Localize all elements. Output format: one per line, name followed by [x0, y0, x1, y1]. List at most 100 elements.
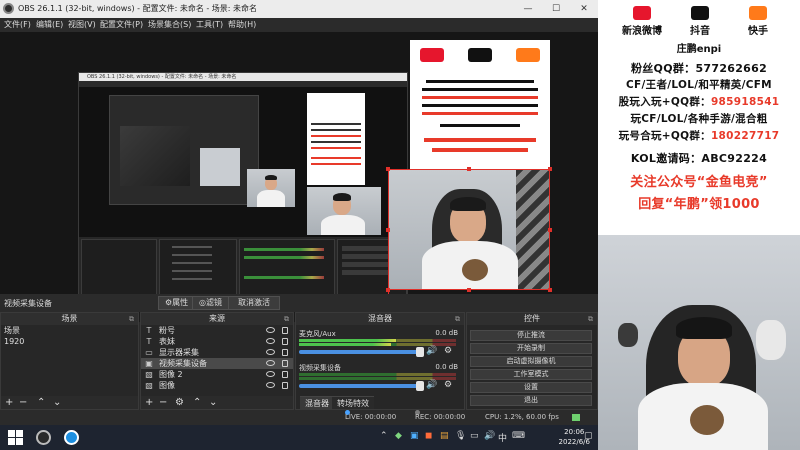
tray-app-icon[interactable]: ◼: [425, 431, 432, 441]
visibility-eye-icon[interactable]: [266, 338, 275, 344]
gear-icon[interactable]: ⚙: [444, 346, 452, 356]
visibility-eye-icon[interactable]: [266, 371, 275, 377]
source-toolbar: 视频采集设备 ⚙属性 ◎滤镜 取消激活: [0, 294, 598, 312]
dock-float-icon[interactable]: ⧉: [284, 313, 289, 325]
lock-icon[interactable]: [282, 338, 288, 345]
volume-icon[interactable]: 🔊: [484, 431, 495, 441]
scene-item[interactable]: 场景: [1, 325, 138, 336]
menu-edit[interactable]: 编辑(E): [36, 18, 63, 32]
gear-icon[interactable]: ⚙: [175, 396, 184, 409]
ime-indicator[interactable]: 中: [498, 431, 507, 444]
reply-text: 回复“年鹏”领1000: [638, 197, 760, 212]
lock-icon[interactable]: [282, 371, 288, 378]
gear-icon[interactable]: ⚙: [444, 380, 452, 390]
selection-box[interactable]: [388, 169, 550, 290]
resize-handle-t[interactable]: [467, 167, 471, 171]
studio-mode-button[interactable]: 工作室模式: [470, 369, 592, 380]
tray-app-icon[interactable]: ▤: [440, 431, 449, 441]
lock-icon[interactable]: [282, 327, 288, 334]
resize-handle-b[interactable]: [467, 288, 471, 292]
virtual-camera-button[interactable]: 启动虚拟摄像机: [470, 356, 592, 367]
menu-profile[interactable]: 配置文件(P): [100, 18, 143, 32]
selected-source-label: 视频采集设备: [4, 299, 52, 308]
add-scene-icon[interactable]: +: [5, 396, 13, 409]
maximize-button[interactable]: ☐: [542, 0, 570, 18]
resize-handle-tr[interactable]: [548, 167, 552, 171]
move-up-icon[interactable]: ⌃: [37, 396, 45, 409]
menu-tools[interactable]: 工具(T): [196, 18, 223, 32]
windows-taskbar: ⌃ ◆ ▣ ◼ ▤ 🎙 ▭ 🔊 中 ⌨ 20:06 2022/6/6 ▢: [0, 425, 598, 450]
menu-help[interactable]: 帮助(H): [228, 18, 256, 32]
slider-knob[interactable]: [416, 347, 424, 357]
resize-handle-l[interactable]: [386, 228, 390, 232]
lock-icon[interactable]: [282, 382, 288, 389]
speaker-icon[interactable]: 🔊: [426, 346, 437, 356]
obs-taskbar-icon[interactable]: [36, 430, 51, 445]
move-up-icon[interactable]: ⌃: [193, 396, 201, 409]
nested-title: OBS 26.1.1 (32-bit, windows) - 配置文件: 未命名…: [79, 73, 407, 81]
volume-slider[interactable]: [299, 347, 424, 357]
scene-item[interactable]: 1920: [1, 336, 138, 347]
menu-view[interactable]: 视图(V): [68, 18, 96, 32]
stop-streaming-button[interactable]: 停止推流: [470, 330, 592, 341]
visibility-eye-icon[interactable]: [266, 382, 275, 388]
sources-title: 来源: [209, 314, 225, 323]
tab-mixer[interactable]: 混音器: [300, 396, 334, 409]
source-item[interactable]: T 粉号: [141, 325, 293, 336]
visibility-eye-icon[interactable]: [266, 360, 275, 366]
speaker-icon[interactable]: 🔊: [426, 380, 437, 390]
deactivate-button[interactable]: 取消激活: [228, 296, 280, 310]
remove-source-icon[interactable]: −: [159, 396, 167, 409]
group1-prefix: 股玩入玩+QQ群：: [618, 96, 711, 108]
resize-handle-r[interactable]: [548, 228, 552, 232]
dock-float-icon[interactable]: ⧉: [588, 313, 593, 325]
properties-button[interactable]: ⚙属性: [158, 296, 196, 310]
source-item[interactable]: ▧ 图像: [141, 380, 293, 391]
source-item[interactable]: ▭ 显示器采集: [141, 347, 293, 358]
notification-icon[interactable]: ▢: [584, 431, 593, 441]
tray-app-icon[interactable]: ▣: [410, 431, 419, 441]
controls-title: 控件: [524, 314, 540, 323]
source-label: 粉号: [159, 326, 175, 335]
microphone-icon[interactable]: 🎙: [455, 431, 466, 441]
settings-button[interactable]: 设置: [470, 382, 592, 393]
lock-icon[interactable]: [282, 349, 288, 356]
streamer-handle: 庄鹏enpi: [676, 44, 722, 55]
network-icon[interactable]: ▭: [470, 431, 479, 441]
app-taskbar-icon[interactable]: [64, 430, 79, 445]
filters-button[interactable]: ◎滤镜: [192, 296, 229, 310]
preview-canvas[interactable]: OBS 26.1.1 (32-bit, windows) - 配置文件: 未命名…: [0, 32, 598, 322]
exit-button[interactable]: 退出: [470, 395, 592, 406]
resize-handle-br[interactable]: [548, 288, 552, 292]
monitor-icon: ▭: [145, 348, 153, 357]
move-down-icon[interactable]: ⌄: [209, 396, 217, 409]
resize-handle-tl[interactable]: [386, 167, 390, 171]
group3-prefix: 玩号合玩+QQ群：: [618, 130, 711, 142]
scenes-dock: 场景 ⧉ 场景 1920 + − ⌃ ⌄: [0, 312, 139, 410]
visibility-eye-icon[interactable]: [266, 327, 275, 333]
dock-float-icon[interactable]: ⧉: [129, 313, 134, 325]
menu-file[interactable]: 文件(F): [4, 18, 31, 32]
source-item[interactable]: ▧ 图像 2: [141, 369, 293, 380]
tray-app-icon[interactable]: ◆: [395, 431, 402, 441]
visibility-eye-icon[interactable]: [266, 349, 275, 355]
dock-float-icon[interactable]: ⧉: [455, 313, 460, 325]
sources-dock: 来源 ⧉ T 粉号 T 表妹 ▭ 显示器采集 ▣ 视频采集设备 ▧ 图像 2 ▧…: [140, 312, 294, 410]
start-recording-button[interactable]: 开始录制: [470, 343, 592, 354]
menu-scene-collection[interactable]: 场景集合(S): [148, 18, 191, 32]
tray-chevron-icon[interactable]: ⌃: [380, 431, 388, 441]
volume-slider[interactable]: [299, 381, 424, 391]
source-item[interactable]: T 表妹: [141, 336, 293, 347]
source-item-selected[interactable]: ▣ 视频采集设备: [141, 358, 293, 369]
keyboard-icon[interactable]: ⌨: [512, 431, 525, 441]
add-source-icon[interactable]: +: [145, 396, 153, 409]
slider-knob[interactable]: [416, 381, 424, 391]
minimize-button[interactable]: —: [514, 0, 542, 18]
move-down-icon[interactable]: ⌄: [53, 396, 61, 409]
remove-scene-icon[interactable]: −: [19, 396, 27, 409]
tab-transitions[interactable]: 转场特效: [332, 396, 374, 409]
close-button[interactable]: ✕: [570, 0, 598, 18]
title-bar: OBS 26.1.1 (32-bit, windows) - 配置文件: 未命名…: [0, 0, 598, 18]
windows-start-icon[interactable]: [8, 430, 23, 445]
lock-icon[interactable]: [282, 360, 288, 367]
